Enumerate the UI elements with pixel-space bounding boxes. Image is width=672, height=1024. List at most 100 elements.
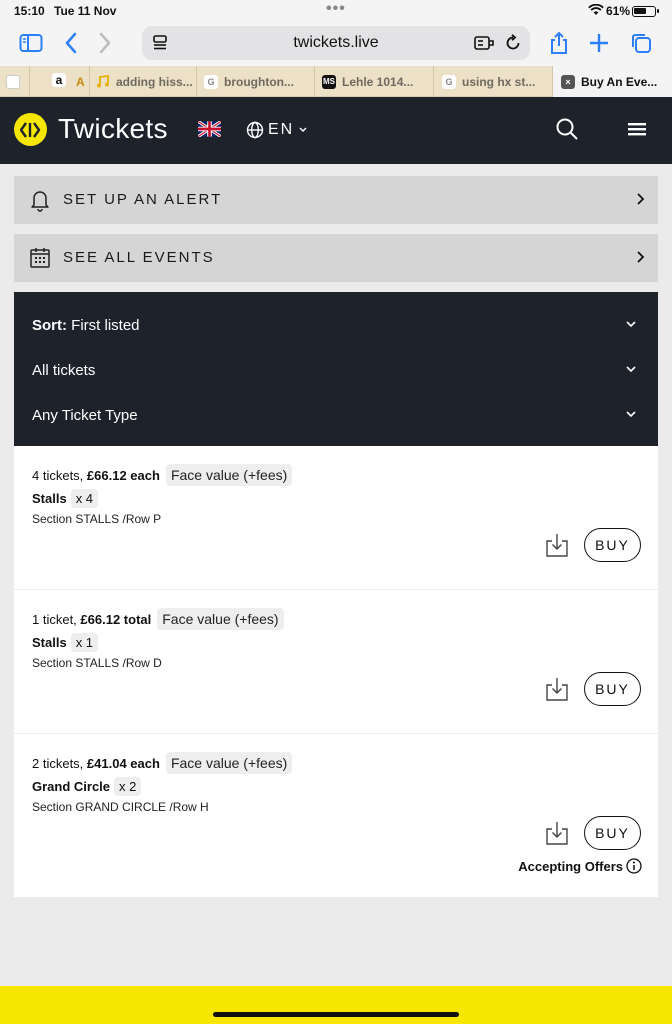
ticket-price: £66.12 each	[86, 467, 160, 483]
music-note-icon	[96, 74, 110, 89]
buy-button[interactable]: BUY	[584, 528, 641, 562]
ticket-count: 1 ticket,	[32, 611, 77, 627]
ticket-price: £66.12 total	[80, 611, 152, 627]
tab-label: Lehle 1014...	[342, 74, 414, 89]
language-selector[interactable]: EN	[246, 121, 308, 139]
forward-button[interactable]	[90, 28, 120, 58]
seat-section: Section STALLS /Row P	[32, 512, 162, 526]
ticket-listings: 4 tickets, £66.12 each Face value (+fees…	[14, 446, 658, 897]
download-icon[interactable]	[544, 820, 570, 846]
tab-pinned[interactable]	[0, 66, 30, 97]
ticket-listing: 1 ticket, £66.12 total Face value (+fees…	[14, 590, 658, 734]
download-icon[interactable]	[544, 532, 570, 558]
listing-area-line: Stalls x 1	[32, 633, 99, 652]
download-icon[interactable]	[544, 676, 570, 702]
sidebar-toggle-icon[interactable]	[16, 28, 46, 58]
ticket-listing: 4 tickets, £66.12 each Face value (+fees…	[14, 446, 658, 590]
tab-buy-an-event[interactable]: × Buy An Eve...	[553, 66, 672, 97]
listing-price-line: 1 ticket, £66.12 total Face value (+fees…	[32, 608, 284, 630]
twickets-logo-icon[interactable]	[14, 113, 47, 146]
sort-prefix: Sort:	[32, 317, 67, 334]
status-time: 15:10	[14, 4, 45, 18]
quantity-badge: x 4	[70, 489, 99, 508]
back-button[interactable]	[56, 28, 86, 58]
search-icon[interactable]	[555, 117, 579, 141]
tickets-filter-value: All tickets	[32, 362, 96, 379]
face-value-badge: Face value (+fees)	[157, 608, 284, 630]
new-tab-button[interactable]	[584, 28, 614, 58]
browser-toolbar: twickets.live	[0, 22, 672, 66]
seat-area: Grand Circle	[32, 779, 111, 794]
tab-broughton[interactable]: G broughton...	[197, 66, 315, 97]
ticket-listing: 2 tickets, £41.04 each Face value (+fees…	[14, 734, 658, 897]
globe-icon	[246, 121, 264, 139]
calendar-icon	[30, 248, 50, 268]
buy-button[interactable]: BUY	[584, 816, 641, 850]
face-value-badge: Face value (+fees)	[165, 464, 293, 486]
brand-name[interactable]: Twickets	[58, 113, 168, 145]
quantity-badge: x 1	[70, 633, 99, 652]
buy-button[interactable]: BUY	[584, 672, 641, 706]
tab-lehle[interactable]: MS Lehle 1014...	[315, 66, 434, 97]
tab-label: using hx st...	[462, 74, 536, 89]
url-text: twickets.live	[293, 34, 379, 51]
sort-text: Sort: First listed	[32, 317, 140, 334]
tab-adding-hiss[interactable]: adding hiss...	[90, 66, 197, 97]
status-bar: 15:10 Tue 11 Nov ••• 61%	[0, 0, 672, 22]
ms-favicon: MS	[322, 74, 336, 89]
share-button[interactable]	[544, 28, 574, 58]
uk-flag-icon[interactable]	[198, 121, 221, 137]
ticket-type-dropdown[interactable]: Any Ticket Type	[14, 396, 658, 436]
set-up-alert-label: SET UP AN ALERT	[63, 191, 223, 208]
tab-amazon[interactable]: a A	[30, 66, 90, 97]
info-icon[interactable]	[626, 858, 642, 874]
set-up-alert-button[interactable]: SET UP AN ALERT	[14, 176, 658, 224]
amazon-favicon: a	[52, 73, 66, 87]
chevron-right-icon	[637, 251, 645, 263]
google-favicon: G	[442, 74, 456, 89]
tab-label: A	[76, 74, 85, 89]
ticket-type-value: Any Ticket Type	[32, 407, 138, 424]
address-bar[interactable]: twickets.live	[142, 26, 530, 60]
chevron-down-icon	[626, 411, 636, 418]
bell-icon	[31, 191, 49, 212]
ticket-quantity-dropdown[interactable]: All tickets	[14, 351, 658, 391]
tab-label: broughton...	[224, 74, 294, 89]
google-favicon: G	[204, 74, 218, 89]
tab-close-icon[interactable]: ×	[561, 74, 575, 89]
language-code: EN	[268, 121, 295, 138]
wifi-icon	[588, 4, 604, 15]
sort-dropdown[interactable]: Sort: First listed	[14, 306, 658, 346]
hamburger-menu-icon[interactable]	[627, 120, 647, 138]
battery-fill	[634, 8, 646, 14]
chevron-right-icon	[637, 193, 645, 205]
filters-panel: Sort: First listed All tickets Any Ticke…	[14, 292, 658, 446]
battery-percent: 61%	[606, 4, 631, 18]
reload-icon[interactable]	[504, 34, 522, 52]
extension-icon[interactable]	[474, 35, 494, 51]
accepting-offers[interactable]: Accepting Offers	[518, 858, 642, 874]
status-date: Tue 11 Nov	[54, 4, 117, 18]
chevron-down-icon	[299, 127, 307, 132]
footer-bar	[0, 986, 672, 1024]
home-indicator[interactable]	[213, 1012, 459, 1017]
battery-icon	[632, 6, 659, 17]
tab-using-hx[interactable]: G using hx st...	[434, 66, 553, 97]
listing-price-line: 4 tickets, £66.12 each Face value (+fees…	[32, 464, 293, 486]
listing-area-line: Grand Circle x 2	[32, 777, 142, 796]
seat-area: Stalls	[32, 491, 67, 506]
quantity-badge: x 2	[114, 777, 142, 796]
chevron-down-icon	[626, 366, 636, 373]
see-all-events-button[interactable]: SEE ALL EVENTS	[14, 234, 658, 282]
site-header: Twickets EN	[0, 97, 672, 164]
face-value-badge: Face value (+fees)	[165, 752, 293, 774]
ticket-count: 2 tickets,	[32, 755, 84, 771]
sort-value: First listed	[71, 317, 140, 334]
seat-section: Section GRAND CIRCLE /Row H	[32, 800, 209, 814]
see-all-events-label: SEE ALL EVENTS	[63, 249, 215, 266]
tab-overview-button[interactable]	[626, 28, 656, 58]
seat-area: Stalls	[32, 635, 67, 650]
accepting-offers-label: Accepting Offers	[518, 858, 623, 874]
multitasking-dots-icon[interactable]: •••	[326, 0, 346, 18]
tab-bar: a A adding hiss... G broughton... MS Leh…	[0, 66, 672, 97]
